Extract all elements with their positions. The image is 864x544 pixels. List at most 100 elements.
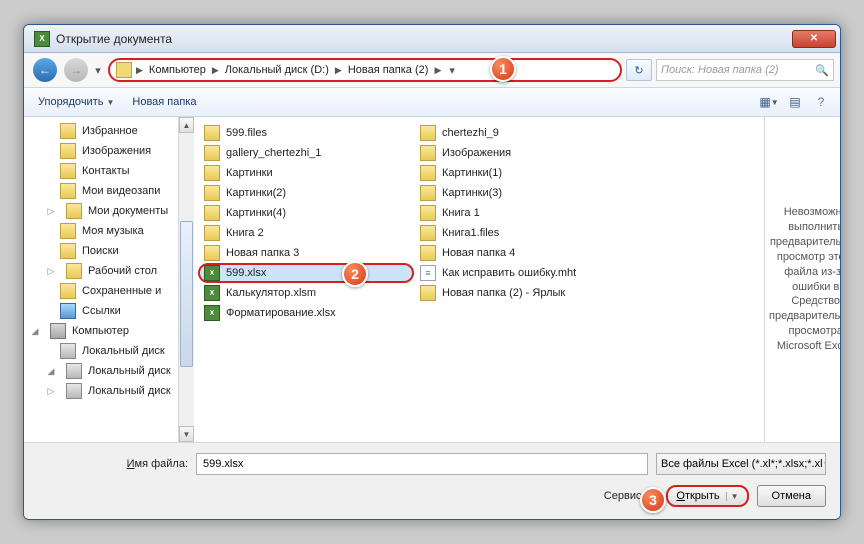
- drive-icon: [60, 343, 76, 359]
- file-item[interactable]: XФорматирование.xlsx: [198, 303, 414, 323]
- file-name: Картинки(4): [226, 207, 286, 219]
- sidebar-item[interactable]: ◢Компьютер: [24, 321, 193, 341]
- tree-arrow-icon[interactable]: ◢: [46, 366, 56, 377]
- tree-arrow-icon[interactable]: ▷: [46, 206, 56, 217]
- search-input[interactable]: Поиск: Новая папка (2) 🔍: [656, 59, 834, 81]
- preview-pane-button[interactable]: ▤: [784, 92, 806, 112]
- sidebar-item[interactable]: Контакты: [24, 161, 193, 181]
- sidebar-item[interactable]: ▷Мои документы: [24, 201, 193, 221]
- file-item[interactable]: ≡Как исправить ошибку.mht: [414, 263, 630, 283]
- cancel-button[interactable]: Отмена: [757, 485, 826, 507]
- folder-icon: [420, 165, 436, 181]
- file-item[interactable]: Изображения: [414, 143, 630, 163]
- address-bar[interactable]: ▶ Компьютер ▶ Локальный диск (D:) ▶ Нова…: [108, 58, 622, 82]
- link-icon: [60, 303, 76, 319]
- file-name: Картинки(3): [442, 187, 502, 199]
- breadcrumb-sep-icon[interactable]: ▶: [434, 65, 441, 76]
- sidebar-item-label: Локальный диск: [88, 385, 171, 397]
- excel-icon: X: [204, 305, 220, 321]
- folder-icon: [60, 283, 76, 299]
- sidebar-item[interactable]: Сохраненные и: [24, 281, 193, 301]
- folder-icon: [204, 145, 220, 161]
- file-item[interactable]: XКалькулятор.xlsm: [198, 283, 414, 303]
- folder-icon: [420, 125, 436, 141]
- navigation-sidebar[interactable]: ИзбранноеИзображенияКонтакты Мои видеозап…: [24, 117, 194, 405]
- file-item[interactable]: Книга 1: [414, 203, 630, 223]
- sidebar-item-label: Моя музыка: [82, 225, 144, 237]
- filename-input[interactable]: [196, 453, 648, 475]
- chevron-down-icon: ▼: [823, 460, 826, 469]
- file-item[interactable]: chertezhi_9: [414, 123, 630, 143]
- sidebar-item[interactable]: Мои видеозапи: [24, 181, 193, 201]
- sidebar-item-label: Мои видеозапи: [82, 185, 160, 197]
- folder-icon: [204, 245, 220, 261]
- sidebar-item[interactable]: ▷ Локальный диск: [24, 381, 193, 401]
- file-item[interactable]: Картинки(1): [414, 163, 630, 183]
- close-button[interactable]: ✕: [792, 30, 836, 48]
- breadcrumb-sep-icon[interactable]: ▶: [212, 65, 219, 76]
- file-item[interactable]: Новая папка (2) - Ярлык: [414, 283, 630, 303]
- new-folder-button[interactable]: Новая папка: [126, 92, 202, 112]
- file-item[interactable]: Картинки: [198, 163, 414, 183]
- file-name: Картинки(2): [226, 187, 286, 199]
- address-dropdown-icon[interactable]: ▾: [449, 64, 455, 77]
- folder-icon: [60, 183, 76, 199]
- breadcrumb-sep-icon[interactable]: ▶: [136, 65, 143, 76]
- breadcrumb-item[interactable]: Компьютер: [147, 64, 208, 76]
- nav-forward-button[interactable]: →: [64, 57, 88, 83]
- sidebar-item[interactable]: Поиски: [24, 241, 193, 261]
- breadcrumb-sep-icon[interactable]: ▶: [335, 65, 342, 76]
- drive-icon: [66, 363, 82, 379]
- open-button[interactable]: Открыть▼: [666, 485, 748, 507]
- file-item[interactable]: Картинки(4): [198, 203, 414, 223]
- breadcrumb-item[interactable]: Локальный диск (D:): [223, 64, 331, 76]
- window-title: Открытие документа: [56, 32, 792, 46]
- sidebar-item[interactable]: Изображения: [24, 141, 193, 161]
- search-icon: [60, 243, 76, 259]
- folder-icon: [66, 203, 82, 219]
- file-name: 599.xlsx: [226, 267, 266, 279]
- folder-icon: [60, 123, 76, 139]
- nav-history-dropdown[interactable]: ▾: [92, 64, 104, 77]
- refresh-button[interactable]: ↻: [626, 59, 652, 81]
- sidebar-item-label: Локальный диск: [88, 365, 171, 377]
- sidebar-scrollbar[interactable]: ▲ ▼: [178, 117, 194, 442]
- file-item[interactable]: 599.files: [198, 123, 414, 143]
- breadcrumb-item[interactable]: Новая папка (2): [346, 64, 431, 76]
- folder-icon: [60, 143, 76, 159]
- nav-back-button[interactable]: ←: [30, 57, 60, 83]
- folder-icon: [66, 263, 82, 279]
- tree-arrow-icon[interactable]: ◢: [30, 326, 40, 337]
- sidebar-item[interactable]: Локальный диск: [24, 341, 193, 361]
- view-mode-button[interactable]: ▦ ▼: [758, 92, 780, 112]
- toolbar: Упорядочить▼ Новая папка ▦ ▼ ▤ ?: [24, 87, 840, 117]
- organize-button[interactable]: Упорядочить▼: [32, 92, 120, 112]
- file-item[interactable]: Новая папка 3: [198, 243, 414, 263]
- sidebar-item[interactable]: Ссылки: [24, 301, 193, 321]
- help-button[interactable]: ?: [810, 92, 832, 112]
- split-dropdown-icon[interactable]: ▼: [726, 492, 739, 501]
- sidebar-item[interactable]: ▷Рабочий стол: [24, 261, 193, 281]
- scroll-up-button[interactable]: ▲: [179, 117, 194, 133]
- file-item[interactable]: Книга1.files: [414, 223, 630, 243]
- file-item[interactable]: X599.xlsx: [198, 263, 414, 283]
- sidebar-item[interactable]: Моя музыка: [24, 221, 193, 241]
- tree-arrow-icon[interactable]: ▷: [46, 266, 56, 277]
- file-item[interactable]: Книга 2: [198, 223, 414, 243]
- file-item[interactable]: Картинки(3): [414, 183, 630, 203]
- search-placeholder: Поиск: Новая папка (2): [661, 64, 779, 76]
- filename-label: Имя файла:: [38, 458, 188, 470]
- scroll-down-button[interactable]: ▼: [179, 426, 194, 442]
- file-list[interactable]: 599.files gallery_chertezhi_1 Картинки Карт…: [194, 117, 764, 442]
- file-name: Картинки(1): [442, 167, 502, 179]
- folder-icon: [420, 185, 436, 201]
- tree-arrow-icon[interactable]: ▷: [46, 386, 56, 397]
- file-item[interactable]: Новая папка 4: [414, 243, 630, 263]
- file-type-filter[interactable]: Все файлы Excel (*.xl*;*.xlsx;*.xl▼: [656, 453, 826, 475]
- sidebar-item[interactable]: Избранное: [24, 121, 193, 141]
- file-item[interactable]: Картинки(2): [198, 183, 414, 203]
- file-item[interactable]: gallery_chertezhi_1: [198, 143, 414, 163]
- sidebar-item[interactable]: ◢ Локальный диск: [24, 361, 193, 381]
- scroll-thumb[interactable]: [180, 221, 193, 368]
- file-name: gallery_chertezhi_1: [226, 147, 321, 159]
